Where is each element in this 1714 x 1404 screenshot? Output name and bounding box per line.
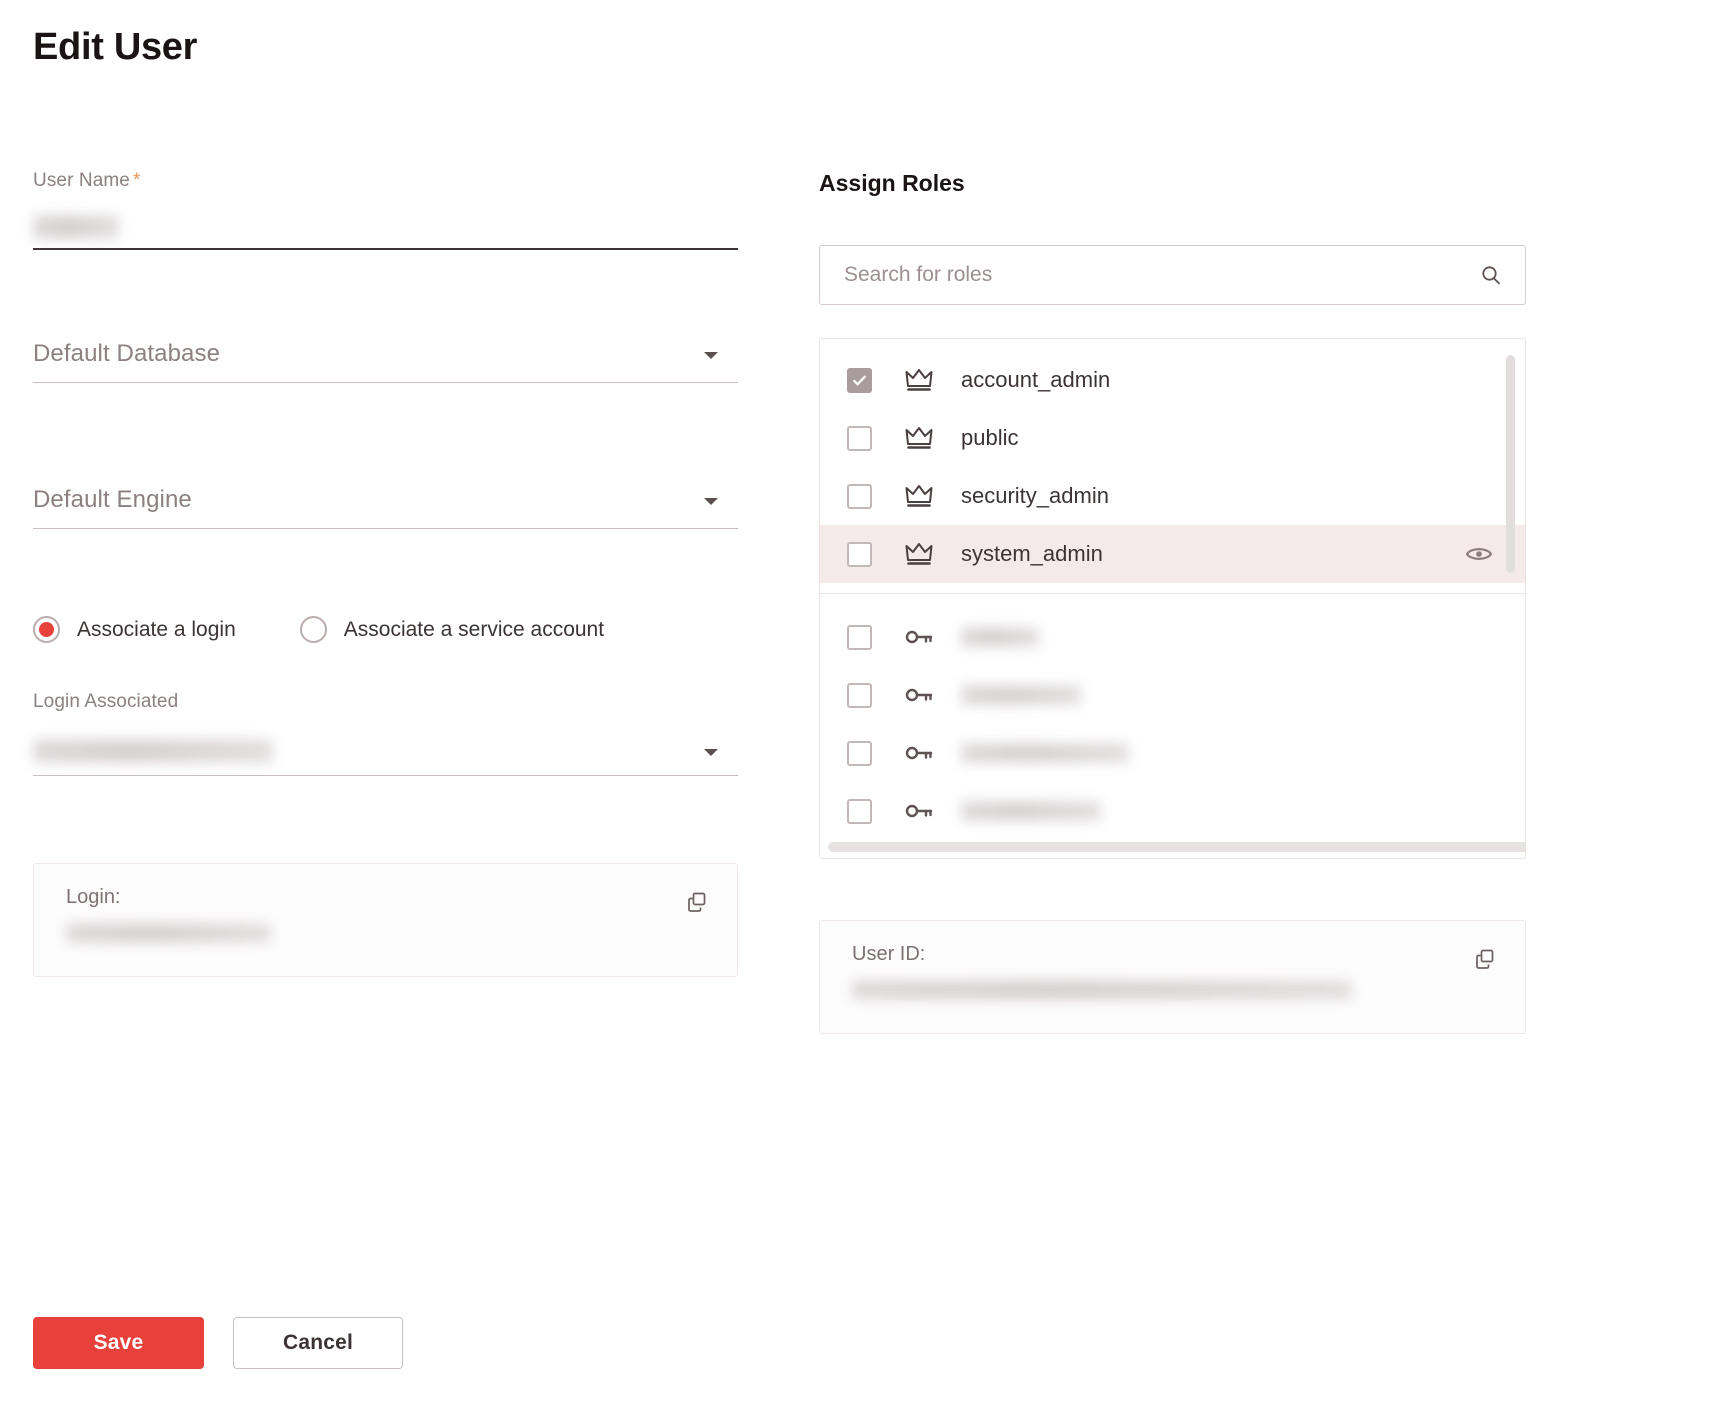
radio-associate-service-account[interactable]: Associate a service account bbox=[299, 616, 605, 643]
redacted-role-label bbox=[961, 743, 1129, 763]
key-icon bbox=[904, 799, 934, 823]
role-name: security_admin bbox=[961, 483, 1109, 508]
search-icon[interactable] bbox=[1479, 263, 1503, 287]
key-icon bbox=[904, 625, 934, 649]
roles-vertical-scrollbar-track[interactable] bbox=[1506, 347, 1520, 847]
key-icon bbox=[904, 683, 934, 707]
key-icon bbox=[904, 741, 934, 765]
default-database-field: Default Database bbox=[33, 326, 738, 383]
roles-list-box[interactable]: account_admin public security_admin syst… bbox=[819, 338, 1526, 859]
role-checkbox[interactable] bbox=[847, 624, 872, 650]
save-button[interactable]: Save bbox=[33, 1317, 204, 1369]
role-checkbox[interactable] bbox=[847, 798, 872, 824]
default-engine-underline bbox=[33, 528, 738, 529]
copy-icon[interactable] bbox=[685, 890, 709, 914]
role-name-redacted bbox=[961, 743, 1129, 763]
user-name-input[interactable] bbox=[33, 206, 738, 248]
cancel-button[interactable]: Cancel bbox=[233, 1317, 403, 1369]
role-name-redacted bbox=[961, 627, 1039, 647]
user-name-field: User Name * bbox=[33, 170, 738, 250]
assign-roles-column: Assign Roles Search for roles account_ad… bbox=[819, 170, 1526, 1034]
user-id-info-card: User ID: bbox=[819, 920, 1526, 1034]
user-details-column: User Name * Default Database Default Engi… bbox=[33, 170, 738, 977]
role-checkbox-checked[interactable] bbox=[847, 367, 872, 393]
role-row[interactable] bbox=[820, 724, 1525, 782]
role-checkbox[interactable] bbox=[847, 740, 872, 766]
radio-associate-service-account-label: Associate a service account bbox=[343, 617, 605, 641]
default-engine-select[interactable]: Default Engine bbox=[33, 472, 738, 528]
chevron-down-icon[interactable] bbox=[704, 352, 718, 359]
login-associated-underline bbox=[33, 775, 738, 776]
user-name-underline bbox=[33, 248, 738, 250]
role-row[interactable] bbox=[820, 666, 1525, 724]
redacted-role-label bbox=[961, 685, 1081, 705]
association-radio-group: Associate a login Associate a service ac… bbox=[33, 616, 738, 643]
login-info-card: Login: bbox=[33, 863, 738, 977]
required-asterisk: * bbox=[132, 170, 141, 191]
login-associated-label: Login Associated bbox=[33, 691, 179, 712]
user-id-card-label: User ID: bbox=[852, 943, 926, 965]
role-name: public bbox=[961, 425, 1019, 450]
redacted-role-label bbox=[961, 801, 1101, 821]
radio-dot bbox=[39, 622, 54, 637]
default-database-underline bbox=[33, 382, 738, 383]
roles-horizontal-scrollbar-thumb[interactable] bbox=[828, 842, 1525, 852]
radio-associate-login-label: Associate a login bbox=[77, 617, 236, 641]
login-associated-select[interactable] bbox=[33, 727, 738, 775]
default-database-placeholder: Default Database bbox=[33, 340, 221, 367]
redacted-user-id-value bbox=[852, 980, 1352, 1000]
role-name: account_admin bbox=[961, 367, 1111, 392]
default-engine-placeholder: Default Engine bbox=[33, 486, 192, 513]
role-row[interactable]: system_admin bbox=[820, 525, 1525, 583]
crown-icon bbox=[904, 541, 934, 567]
roles-search-box[interactable]: Search for roles bbox=[819, 245, 1526, 305]
edit-user-page: Edit User User Name * Default Database D… bbox=[0, 0, 1714, 1404]
roles-divider bbox=[820, 593, 1525, 594]
login-associated-field: Login Associated bbox=[33, 691, 738, 776]
default-database-select[interactable]: Default Database bbox=[33, 326, 738, 382]
redacted-login-value bbox=[66, 923, 271, 943]
default-engine-field: Default Engine bbox=[33, 472, 738, 529]
role-checkbox[interactable] bbox=[847, 425, 872, 451]
role-row[interactable]: account_admin bbox=[820, 351, 1525, 409]
chevron-down-icon[interactable] bbox=[704, 749, 718, 756]
role-name-redacted bbox=[961, 685, 1081, 705]
role-checkbox[interactable] bbox=[847, 682, 872, 708]
role-row[interactable]: security_admin bbox=[820, 467, 1525, 525]
chevron-down-icon[interactable] bbox=[704, 498, 718, 505]
role-row[interactable] bbox=[820, 608, 1525, 666]
search-input[interactable]: Search for roles bbox=[820, 263, 1479, 287]
radio-associate-login[interactable]: Associate a login bbox=[33, 616, 236, 643]
eye-icon[interactable] bbox=[1465, 543, 1493, 565]
roles-list: account_admin public security_admin syst… bbox=[820, 339, 1525, 840]
login-card-label: Login: bbox=[66, 886, 121, 908]
form-actions: Save Cancel bbox=[33, 1317, 403, 1369]
role-row[interactable] bbox=[820, 782, 1525, 840]
assign-roles-heading: Assign Roles bbox=[819, 170, 965, 196]
role-name: system_admin bbox=[961, 541, 1103, 566]
redacted-role-label bbox=[961, 627, 1039, 647]
role-checkbox[interactable] bbox=[847, 541, 872, 567]
crown-icon bbox=[904, 367, 934, 393]
role-checkbox[interactable] bbox=[847, 483, 872, 509]
radio-indicator-unselected[interactable] bbox=[299, 616, 327, 643]
radio-indicator-selected[interactable] bbox=[33, 616, 60, 643]
redacted-user-name-value bbox=[33, 215, 119, 239]
role-row[interactable]: public bbox=[820, 409, 1525, 467]
roles-vertical-scrollbar-thumb[interactable] bbox=[1506, 355, 1515, 573]
redacted-login-associated-value bbox=[33, 739, 273, 763]
crown-icon bbox=[904, 483, 934, 509]
user-name-input-wrap[interactable] bbox=[33, 206, 738, 250]
crown-icon bbox=[904, 425, 934, 451]
role-name-redacted bbox=[961, 801, 1101, 821]
page-title: Edit User bbox=[33, 26, 198, 68]
user-name-label: User Name * bbox=[33, 170, 141, 191]
copy-icon[interactable] bbox=[1473, 947, 1497, 971]
